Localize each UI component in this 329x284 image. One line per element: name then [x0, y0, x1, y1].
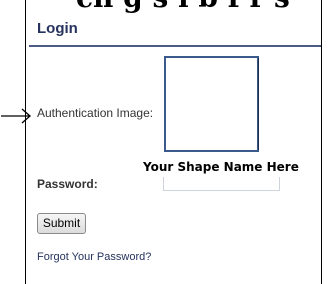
password-field[interactable]	[163, 177, 280, 191]
cut-off-heading: ch g s l b f r s	[76, 0, 290, 14]
submit-button[interactable]: Submit	[37, 213, 86, 234]
arrow-right-icon	[1, 108, 31, 124]
panel-left-border	[25, 0, 26, 284]
page-title: Login	[37, 20, 78, 37]
auth-image-label: Authentication Image:	[37, 106, 154, 120]
panel-right-border	[321, 0, 322, 284]
forgot-password-link[interactable]: Forgot Your Password?	[37, 251, 151, 263]
password-label: Password:	[37, 177, 98, 191]
shape-name-caption: Your Shape Name Here	[143, 160, 299, 174]
header-divider	[29, 45, 321, 47]
authentication-image	[164, 56, 259, 152]
login-page: ch g s l b f r s Login Authentication Im…	[0, 0, 329, 284]
